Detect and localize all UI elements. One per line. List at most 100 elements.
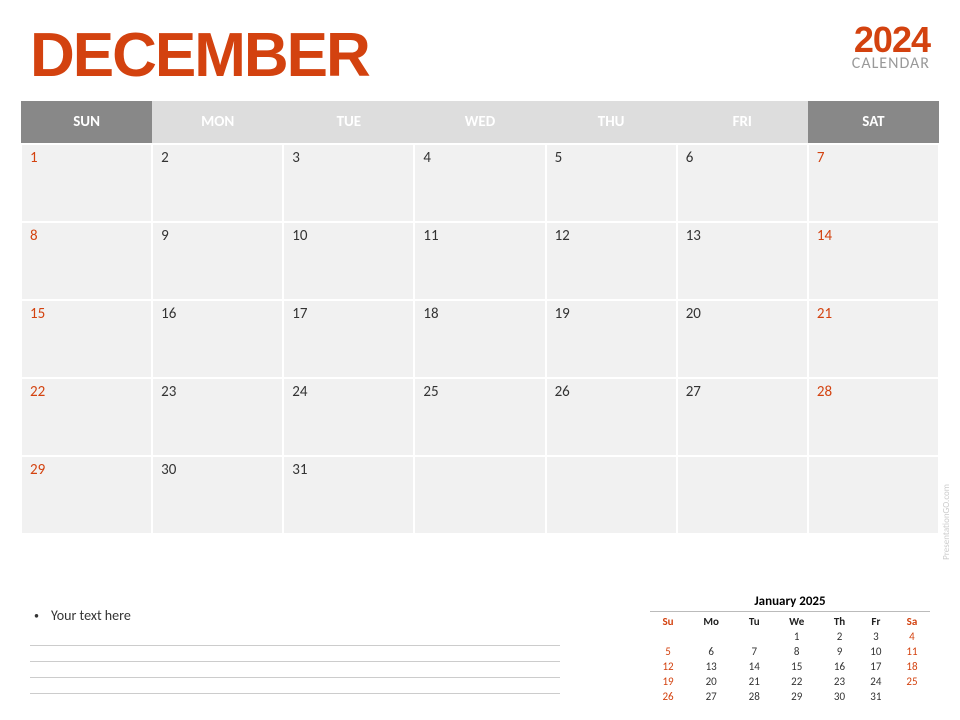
header: DECEMBER 2024 CALENDAR [0, 0, 960, 101]
day-cell[interactable]: 4 [414, 144, 545, 222]
weekday-header: MON [152, 101, 283, 144]
mini-weekday-header: Su [650, 614, 686, 629]
mini-day-cell: 27 [686, 689, 736, 704]
mini-day-cell: 28 [736, 689, 772, 704]
mini-weekday-header: Th [821, 614, 858, 629]
day-cell[interactable]: 11 [414, 222, 545, 300]
mini-day-cell: 21 [736, 674, 772, 689]
mini-day-cell: 3 [858, 629, 894, 644]
mini-calendar-grid: SuMoTuWeThFrSa 1234567891011121314151617… [650, 614, 930, 704]
day-cell[interactable]: 19 [546, 300, 677, 378]
day-cell[interactable]: 20 [677, 300, 808, 378]
mini-weekday-header: Mo [686, 614, 736, 629]
mini-day-cell: 31 [858, 689, 894, 704]
day-cell[interactable]: 12 [546, 222, 677, 300]
mini-day-cell: 5 [650, 644, 686, 659]
weekday-header: FRI [677, 101, 808, 144]
year-number: 2024 [852, 24, 930, 56]
mini-day-cell: 14 [736, 659, 772, 674]
day-cell[interactable]: 5 [546, 144, 677, 222]
mini-empty-cell [736, 629, 772, 644]
empty-cell [677, 456, 808, 534]
notes-placeholder-row[interactable]: • Your text here [30, 607, 560, 624]
day-cell[interactable]: 22 [21, 378, 152, 456]
note-line[interactable] [30, 678, 560, 694]
mini-weekday-header: Tu [736, 614, 772, 629]
day-cell[interactable]: 7 [808, 144, 939, 222]
year-block: 2024 CALENDAR [852, 24, 930, 73]
day-cell[interactable]: 10 [283, 222, 414, 300]
day-cell[interactable]: 25 [414, 378, 545, 456]
mini-day-cell: 11 [894, 644, 930, 659]
mini-day-cell: 29 [772, 689, 821, 704]
day-cell[interactable]: 29 [21, 456, 152, 534]
mini-day-cell: 2 [821, 629, 858, 644]
mini-weekday-header: Fr [858, 614, 894, 629]
calendar-grid: SUNMONTUEWEDTHUFRISAT 123456789101112131… [20, 101, 940, 535]
weekday-header: SUN [21, 101, 152, 144]
mini-day-cell: 19 [650, 674, 686, 689]
day-cell[interactable]: 16 [152, 300, 283, 378]
mini-day-cell: 17 [858, 659, 894, 674]
mini-day-cell: 7 [736, 644, 772, 659]
mini-day-cell: 13 [686, 659, 736, 674]
day-cell[interactable]: 30 [152, 456, 283, 534]
day-cell[interactable]: 28 [808, 378, 939, 456]
mini-day-cell: 15 [772, 659, 821, 674]
mini-day-cell: 12 [650, 659, 686, 674]
empty-cell [808, 456, 939, 534]
day-cell[interactable]: 23 [152, 378, 283, 456]
weekday-header: THU [546, 101, 677, 144]
day-cell[interactable]: 8 [21, 222, 152, 300]
day-cell[interactable]: 14 [808, 222, 939, 300]
day-cell[interactable]: 1 [21, 144, 152, 222]
day-cell[interactable]: 21 [808, 300, 939, 378]
mini-day-cell: 16 [821, 659, 858, 674]
mini-empty-cell [650, 629, 686, 644]
empty-cell [546, 456, 677, 534]
notes-placeholder: Your text here [51, 607, 131, 624]
mini-weekday-header: Sa [894, 614, 930, 629]
day-cell[interactable]: 13 [677, 222, 808, 300]
mini-empty-cell [894, 689, 930, 704]
note-line[interactable] [30, 630, 560, 646]
day-cell[interactable]: 6 [677, 144, 808, 222]
mini-day-cell: 30 [821, 689, 858, 704]
mini-day-cell: 4 [894, 629, 930, 644]
weekday-header: TUE [283, 101, 414, 144]
mini-day-cell: 1 [772, 629, 821, 644]
day-cell[interactable]: 18 [414, 300, 545, 378]
mini-day-cell: 6 [686, 644, 736, 659]
mini-day-cell: 26 [650, 689, 686, 704]
day-cell[interactable]: 24 [283, 378, 414, 456]
day-cell[interactable]: 27 [677, 378, 808, 456]
mini-calendar: January 2025 SuMoTuWeThFrSa 123456789101… [650, 594, 930, 704]
mini-day-cell: 24 [858, 674, 894, 689]
day-cell[interactable]: 3 [283, 144, 414, 222]
note-line[interactable] [30, 662, 560, 678]
day-cell[interactable]: 31 [283, 456, 414, 534]
weekday-header: SAT [808, 101, 939, 144]
day-cell[interactable]: 2 [152, 144, 283, 222]
day-cell[interactable]: 9 [152, 222, 283, 300]
mini-day-cell: 25 [894, 674, 930, 689]
mini-calendar-title: January 2025 [650, 594, 930, 612]
calendar-label: CALENDAR [852, 54, 930, 73]
mini-day-cell: 9 [821, 644, 858, 659]
mini-day-cell: 18 [894, 659, 930, 674]
mini-day-cell: 20 [686, 674, 736, 689]
weekday-header: WED [414, 101, 545, 144]
month-title: DECEMBER [30, 20, 369, 91]
day-cell[interactable]: 17 [283, 300, 414, 378]
mini-weekday-header: We [772, 614, 821, 629]
day-cell[interactable]: 26 [546, 378, 677, 456]
day-cell[interactable]: 15 [21, 300, 152, 378]
watermark: PresentationGO.com [941, 484, 952, 560]
mini-day-cell: 23 [821, 674, 858, 689]
notes-area: • Your text here [30, 607, 560, 694]
mini-day-cell: 10 [858, 644, 894, 659]
empty-cell [414, 456, 545, 534]
mini-day-cell: 22 [772, 674, 821, 689]
mini-day-cell: 8 [772, 644, 821, 659]
note-line[interactable] [30, 646, 560, 662]
